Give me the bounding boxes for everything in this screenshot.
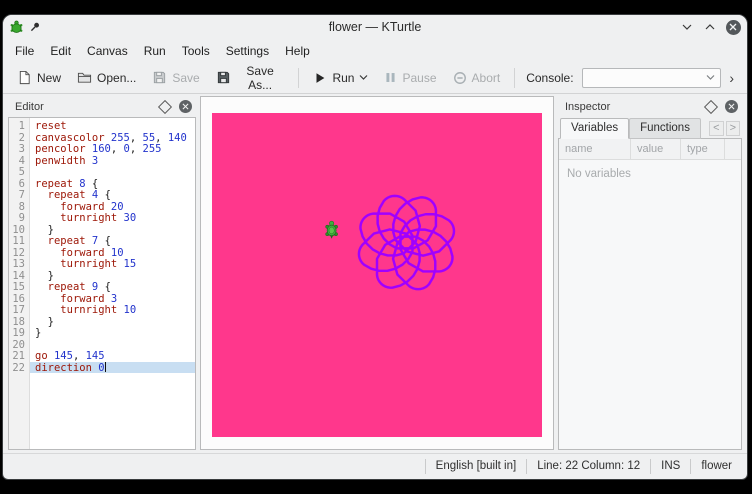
canvas-dock bbox=[200, 96, 554, 450]
code-text-area[interactable]: resetcanvascolor 255, 55, 140pencolor 16… bbox=[30, 118, 195, 449]
menu-item-file[interactable]: File bbox=[7, 41, 42, 61]
menu-item-run[interactable]: Run bbox=[136, 41, 174, 61]
open-folder-icon bbox=[77, 70, 92, 85]
abort-button: Abort bbox=[446, 68, 508, 88]
tab-functions[interactable]: Functions bbox=[629, 118, 701, 139]
code-editor[interactable]: 12345678910111213141516171819202122 rese… bbox=[8, 117, 196, 450]
variables-table-header: name value type bbox=[559, 139, 741, 160]
main-area: Editor 123456789101112131415161718192021… bbox=[3, 94, 747, 453]
turtle-canvas bbox=[212, 113, 542, 437]
column-header-name[interactable]: name bbox=[559, 139, 631, 159]
new-button[interactable]: New bbox=[10, 67, 68, 88]
menu-item-settings[interactable]: Settings bbox=[218, 41, 277, 61]
open-button[interactable]: Open... bbox=[70, 67, 143, 88]
canvas-view bbox=[200, 96, 554, 450]
toolbar: New Open... Save Save As... Run Pause Ab… bbox=[3, 62, 747, 94]
line-numbers-gutter: 12345678910111213141516171819202122 bbox=[9, 118, 30, 449]
tab-scroll-left-icon[interactable]: < bbox=[709, 121, 723, 136]
abort-icon bbox=[453, 71, 467, 85]
save-as-icon bbox=[216, 70, 231, 85]
inspector-dock: Inspector Variables Functions < > name v… bbox=[558, 96, 742, 450]
column-header-filler bbox=[725, 139, 741, 159]
menu-item-tools[interactable]: Tools bbox=[174, 41, 218, 61]
save-icon bbox=[152, 70, 167, 85]
titlebar[interactable]: flower — KTurtle bbox=[3, 15, 747, 39]
toolbar-separator bbox=[298, 68, 299, 88]
toolbar-separator bbox=[514, 68, 515, 88]
kturtle-window: flower — KTurtle File Edit Canvas Run bbox=[2, 14, 748, 480]
console-label: Console: bbox=[526, 71, 573, 85]
column-header-value[interactable]: value bbox=[631, 139, 681, 159]
statusbar: English [built in] Line: 22 Column: 12 I… bbox=[3, 453, 747, 479]
run-play-icon bbox=[313, 71, 327, 85]
pause-button: Pause bbox=[377, 68, 443, 88]
inspector-dock-close-icon[interactable] bbox=[725, 100, 738, 113]
status-insert-mode: INS bbox=[650, 459, 690, 474]
no-variables-text: No variables bbox=[559, 160, 741, 188]
menu-item-help[interactable]: Help bbox=[277, 41, 318, 61]
editor-dock-header: Editor bbox=[8, 96, 196, 117]
status-document-name: flower bbox=[690, 459, 742, 474]
new-document-icon bbox=[17, 70, 32, 85]
inspector-tabbar: Variables Functions < > bbox=[558, 117, 742, 139]
toolbar-overflow-icon[interactable]: › bbox=[723, 68, 740, 88]
inspector-dock-title: Inspector bbox=[565, 101, 706, 113]
close-icon[interactable] bbox=[725, 19, 741, 35]
status-language: English [built in] bbox=[425, 459, 527, 474]
column-header-type[interactable]: type bbox=[681, 139, 725, 159]
run-dropdown-icon[interactable] bbox=[359, 74, 368, 81]
variables-table: name value type No variables bbox=[558, 138, 742, 450]
tab-scroll-buttons: < > bbox=[709, 121, 742, 139]
inspector-float-icon[interactable] bbox=[704, 99, 718, 113]
menu-item-canvas[interactable]: Canvas bbox=[79, 41, 136, 61]
kturtle-app-icon bbox=[9, 20, 24, 35]
console-input[interactable] bbox=[582, 68, 722, 88]
menu-item-edit[interactable]: Edit bbox=[42, 41, 79, 61]
tab-variables[interactable]: Variables bbox=[560, 118, 629, 139]
window-title: flower — KTurtle bbox=[3, 20, 747, 34]
maximize-icon[interactable] bbox=[702, 19, 718, 35]
status-cursor-position: Line: 22 Column: 12 bbox=[526, 459, 650, 474]
editor-dock-title: Editor bbox=[15, 101, 160, 113]
save-button: Save bbox=[145, 67, 206, 88]
editor-float-icon[interactable] bbox=[158, 99, 172, 113]
save-as-button[interactable]: Save As... bbox=[209, 61, 292, 95]
menubar: File Edit Canvas Run Tools Settings Help bbox=[3, 39, 747, 62]
pin-icon[interactable] bbox=[29, 21, 41, 33]
tab-scroll-right-icon[interactable]: > bbox=[726, 121, 740, 136]
editor-dock: Editor 123456789101112131415161718192021… bbox=[8, 96, 196, 450]
combo-dropdown-icon bbox=[706, 74, 715, 81]
pause-icon bbox=[384, 71, 397, 84]
inspector-dock-header: Inspector bbox=[558, 96, 742, 117]
editor-dock-close-icon[interactable] bbox=[179, 100, 192, 113]
minimize-icon[interactable] bbox=[679, 19, 695, 35]
run-button[interactable]: Run bbox=[306, 68, 375, 88]
